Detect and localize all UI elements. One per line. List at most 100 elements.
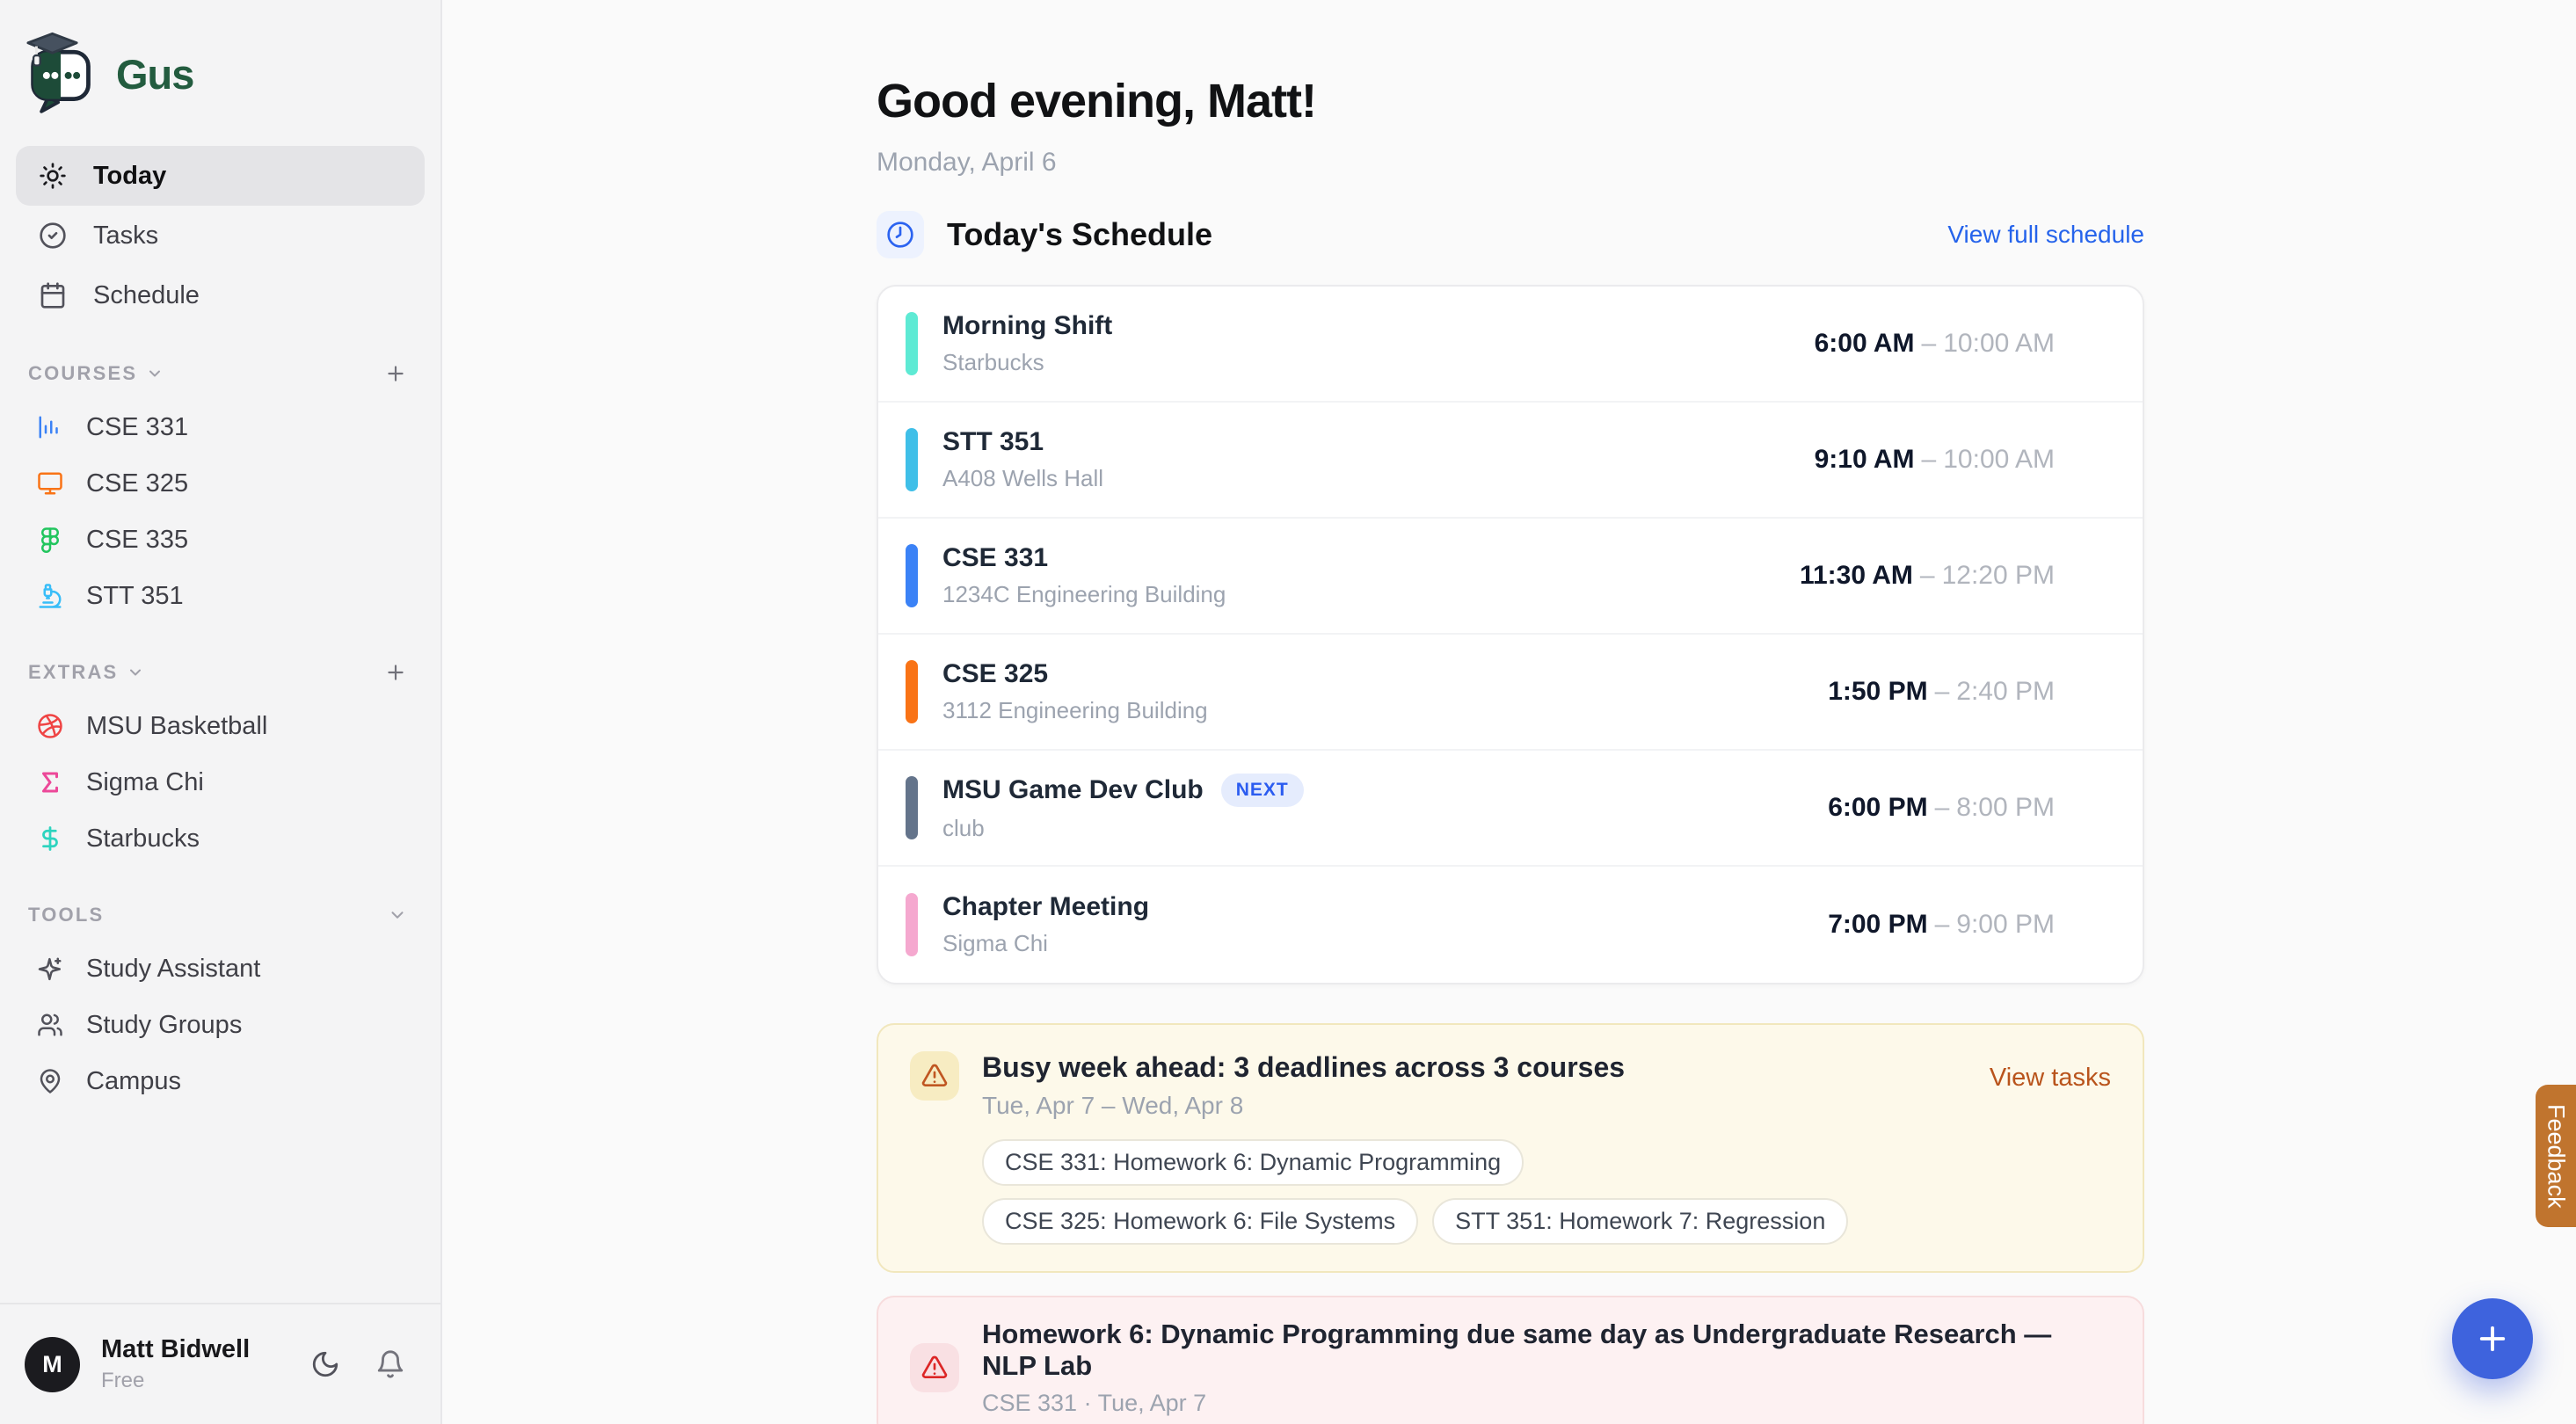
event-color-bar xyxy=(906,312,918,375)
sidebar-item-stt-351[interactable]: STT 351 xyxy=(28,568,407,624)
view-tasks-link[interactable]: View tasks xyxy=(1990,1064,2111,1093)
event-row-cse-331[interactable]: CSE 331 1234C Engineering Building 11:30… xyxy=(878,519,2143,635)
view-full-schedule-link[interactable]: View full schedule xyxy=(1947,221,2144,249)
sidebar-item-sigma-chi[interactable]: Sigma Chi xyxy=(28,754,407,810)
add-button[interactable] xyxy=(2452,1298,2533,1379)
extras-section-title: EXTRAS xyxy=(28,661,118,684)
event-title: STT 351 xyxy=(942,427,1044,457)
chevron-down-icon[interactable] xyxy=(146,365,164,382)
sidebar-item-study-groups[interactable]: Study Groups xyxy=(28,997,407,1053)
event-title: MSU Game Dev Club xyxy=(942,775,1204,805)
warning-icon-chip xyxy=(910,1051,959,1101)
sidebar-item-label: Study Assistant xyxy=(86,955,260,984)
sidebar-item-label: CSE 325 xyxy=(86,469,188,498)
map-pin-icon xyxy=(37,1068,63,1094)
event-location: A408 Wells Hall xyxy=(942,465,1103,492)
sidebar-item-label: CSE 335 xyxy=(86,526,188,555)
nav-label: Today xyxy=(93,162,166,191)
sidebar-item-label: STT 351 xyxy=(86,582,184,611)
event-time: 9:10 AM–10:00 AM xyxy=(1815,445,2055,475)
schedule-section-title: Today's Schedule xyxy=(947,216,1212,253)
deadline-chip[interactable]: CSE 325: Homework 6: File Systems xyxy=(982,1198,1418,1245)
schedule-header: Today's Schedule View full schedule xyxy=(877,211,2144,258)
bell-icon[interactable] xyxy=(375,1349,405,1379)
sidebar-item-label: MSU Basketball xyxy=(86,712,267,741)
busy-week-title: Busy week ahead: 3 deadlines across 3 co… xyxy=(982,1051,1990,1084)
bar-chart-icon xyxy=(37,414,63,440)
event-color-bar xyxy=(906,428,918,491)
moon-icon[interactable] xyxy=(310,1349,340,1379)
event-color-bar xyxy=(906,544,918,607)
dollar-icon xyxy=(37,825,63,852)
add-course-icon[interactable] xyxy=(384,362,407,385)
check-circle-icon xyxy=(39,222,67,250)
deadline-chips: CSE 331: Homework 6: Dynamic Programming… xyxy=(982,1139,1967,1245)
event-row-stt-351[interactable]: STT 351 A408 Wells Hall 9:10 AM–10:00 AM xyxy=(878,403,2143,519)
event-row-cse-325[interactable]: CSE 325 3112 Engineering Building 1:50 P… xyxy=(878,635,2143,751)
microscope-icon xyxy=(37,583,63,609)
event-location: 1234C Engineering Building xyxy=(942,581,1226,608)
event-time: 6:00 PM–8:00 PM xyxy=(1828,793,2055,823)
main-area: Good evening, Matt! Monday, April 6 Toda… xyxy=(442,0,2576,1424)
avatar[interactable]: M xyxy=(25,1337,80,1392)
alert-icon-chip xyxy=(910,1343,959,1392)
event-color-bar xyxy=(906,660,918,723)
sidebar-item-cse-325[interactable]: CSE 325 xyxy=(28,455,407,512)
app-name: Gus xyxy=(116,50,193,98)
busy-week-dates: Tue, Apr 7 – Wed, Apr 8 xyxy=(982,1092,1990,1120)
clock-icon xyxy=(886,221,914,249)
sidebar-item-study-assistant[interactable]: Study Assistant xyxy=(28,941,407,997)
deadline-chip[interactable]: CSE 331: Homework 6: Dynamic Programming xyxy=(982,1139,1524,1186)
next-badge: NEXT xyxy=(1221,774,1304,807)
calendar-icon xyxy=(39,281,67,309)
event-time: 6:00 AM–10:00 AM xyxy=(1815,329,2055,359)
sidebar-item-cse-331[interactable]: CSE 331 xyxy=(28,399,407,455)
event-row-msu-game-dev-club[interactable]: MSU Game Dev Club NEXT club 6:00 PM–8:00… xyxy=(878,751,2143,867)
sidebar-item-label: Starbucks xyxy=(86,825,200,854)
event-color-bar xyxy=(906,893,918,956)
sidebar-item-msu-basketball[interactable]: MSU Basketball xyxy=(28,698,407,754)
triangle-alert-icon xyxy=(921,1062,949,1090)
conflict-alert: Homework 6: Dynamic Programming due same… xyxy=(877,1296,2144,1424)
event-title: Morning Shift xyxy=(942,311,1112,341)
sidebar-item-label: Study Groups xyxy=(86,1011,242,1040)
sidebar-item-starbucks[interactable]: Starbucks xyxy=(28,810,407,867)
event-time: 7:00 PM–9:00 PM xyxy=(1828,910,2055,940)
event-row-morning-shift[interactable]: Morning Shift Starbucks 6:00 AM–10:00 AM xyxy=(878,287,2143,403)
chevron-down-icon[interactable] xyxy=(388,905,407,925)
event-location: 3112 Engineering Building xyxy=(942,697,1208,724)
sparkles-icon xyxy=(37,955,63,982)
deadline-chip[interactable]: STT 351: Homework 7: Regression xyxy=(1432,1198,1848,1245)
triangle-alert-icon xyxy=(921,1354,949,1382)
add-extra-icon[interactable] xyxy=(384,661,407,684)
tools-section: TOOLS Study Assistant Study Groups xyxy=(28,904,407,1109)
sigma-icon xyxy=(37,769,63,796)
nav-item-tasks[interactable]: Tasks xyxy=(16,206,425,265)
sidebar-item-campus[interactable]: Campus xyxy=(28,1053,407,1109)
sidebar-item-label: Campus xyxy=(86,1067,181,1096)
extras-section: EXTRAS MSU Basketball Sigma Chi xyxy=(28,661,407,867)
app-logo[interactable]: Gus xyxy=(26,32,440,116)
nav-item-today[interactable]: Today xyxy=(16,146,425,206)
basketball-icon xyxy=(37,713,63,739)
sidebar-item-label: CSE 331 xyxy=(86,413,188,442)
page-title: Good evening, Matt! xyxy=(877,0,2144,128)
users-icon xyxy=(37,1012,63,1038)
conflict-title: Homework 6: Dynamic Programming due same… xyxy=(982,1319,2111,1382)
sidebar-item-cse-335[interactable]: CSE 335 xyxy=(28,512,407,568)
conflict-meta: CSE 331 · Tue, Apr 7 xyxy=(982,1390,2111,1417)
event-location: club xyxy=(942,815,1304,842)
nav-label: Schedule xyxy=(93,281,200,310)
profile-name: Matt Bidwell xyxy=(101,1335,250,1364)
profile-footer[interactable]: M Matt Bidwell Free xyxy=(0,1303,440,1424)
clock-chip xyxy=(877,211,924,258)
event-row-chapter-meeting[interactable]: Chapter Meeting Sigma Chi 7:00 PM–9:00 P… xyxy=(878,867,2143,983)
chevron-down-icon[interactable] xyxy=(127,664,144,681)
profile-plan: Free xyxy=(101,1369,250,1393)
nav-item-schedule[interactable]: Schedule xyxy=(16,265,425,325)
feedback-tab[interactable]: Feedback xyxy=(2536,1085,2576,1227)
courses-section-title: COURSES xyxy=(28,362,137,385)
plus-icon xyxy=(2474,1320,2511,1357)
primary-nav: Today Tasks Schedule xyxy=(16,146,425,325)
sidebar-item-label: Sigma Chi xyxy=(86,768,204,797)
